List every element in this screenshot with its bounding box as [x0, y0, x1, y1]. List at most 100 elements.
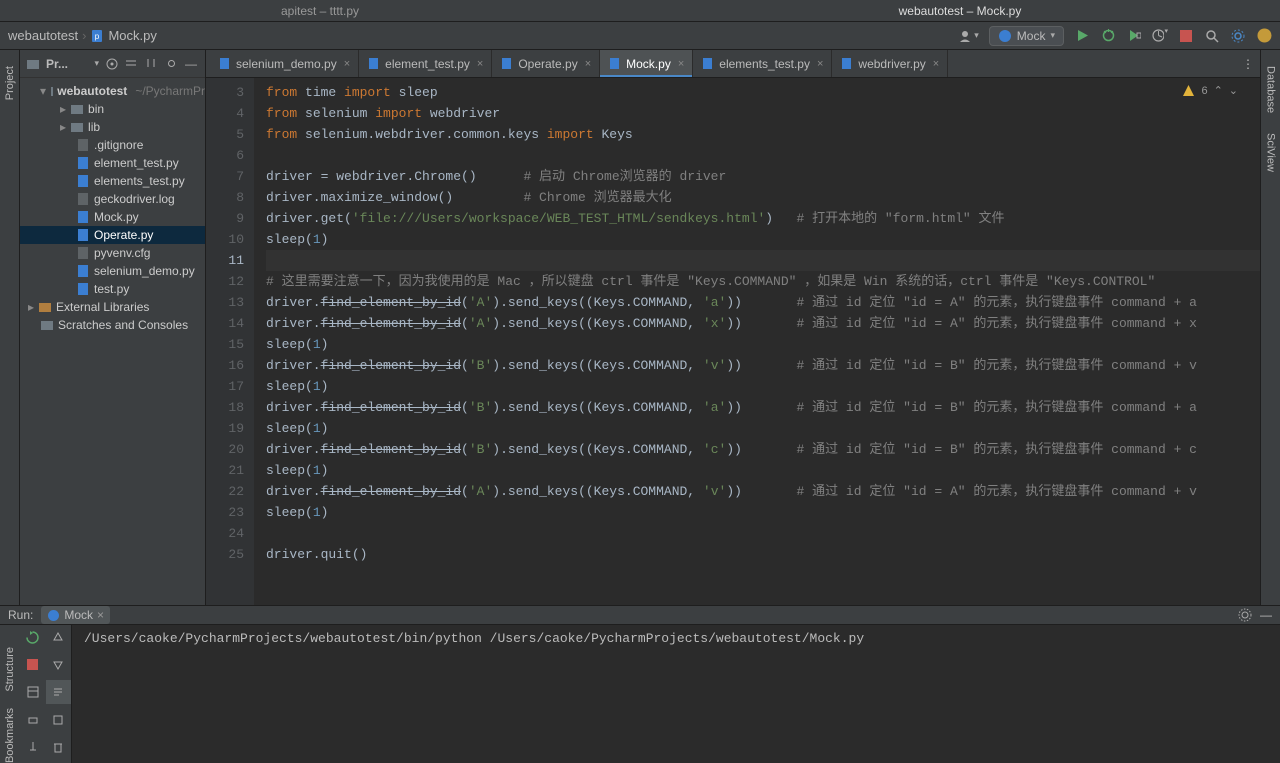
titlebar: apitest – tttt.py webautotest – Mock.py: [0, 0, 1280, 22]
tree-file-test[interactable]: test.py: [20, 280, 205, 298]
pin-icon[interactable]: [20, 735, 46, 759]
breadcrumb[interactable]: webautotest › p Mock.py: [8, 28, 157, 43]
project-panel: Pr... ▾ — ▾webautotest~/PycharmPr ▸bin ▸…: [20, 50, 206, 605]
tab-element-test[interactable]: element_test.py ×: [359, 50, 492, 77]
run-tab[interactable]: Mock ×: [41, 606, 110, 624]
settings-icon[interactable]: [1230, 28, 1246, 44]
title-inactive: apitest – tttt.py: [0, 0, 640, 21]
tab-webdriver[interactable]: webdriver.py ×: [832, 50, 948, 77]
tab-label: element_test.py: [385, 57, 470, 71]
tab-selenium-demo[interactable]: selenium_demo.py ×: [210, 50, 359, 77]
tree-label: .gitignore: [94, 138, 143, 152]
expand-all-icon[interactable]: [125, 57, 139, 71]
tab-operate[interactable]: Operate.py ×: [492, 50, 600, 77]
close-icon[interactable]: ×: [585, 58, 591, 70]
close-icon[interactable]: ×: [97, 608, 104, 622]
tab-label: selenium_demo.py: [236, 57, 337, 71]
chevron-down-icon: ▾: [1050, 30, 1055, 41]
search-button[interactable]: [1204, 28, 1220, 44]
bookmarks-tool-button[interactable]: Bookmarks: [4, 708, 16, 763]
close-icon[interactable]: ×: [344, 58, 350, 70]
gutter[interactable]: 345678910111213141516171819202122232425: [206, 78, 254, 605]
title-active: webautotest – Mock.py: [640, 0, 1280, 21]
stop-run-button[interactable]: [20, 653, 46, 677]
select-opened-icon[interactable]: [105, 57, 119, 71]
tree-label: Scratches and Consoles: [58, 318, 188, 332]
breadcrumb-project[interactable]: webautotest: [8, 28, 78, 43]
tree-folder-bin[interactable]: ▸bin: [20, 100, 205, 118]
run-coverage-button[interactable]: [1126, 28, 1142, 44]
run-config-selector[interactable]: Mock ▾: [989, 26, 1064, 46]
database-tool-button[interactable]: Database: [1265, 66, 1277, 113]
code-editor[interactable]: 345678910111213141516171819202122232425 …: [206, 78, 1260, 605]
tab-label: Operate.py: [518, 57, 577, 71]
project-tree[interactable]: ▾webautotest~/PycharmPr ▸bin ▸lib .gitig…: [20, 78, 205, 338]
code-content[interactable]: from time import sleep from selenium imp…: [254, 78, 1260, 605]
project-tool-button[interactable]: Project: [4, 66, 16, 100]
gear-icon[interactable]: [165, 57, 179, 71]
close-icon[interactable]: ×: [817, 58, 823, 70]
gear-icon[interactable]: [1238, 608, 1252, 622]
profile-button[interactable]: ▾: [1152, 28, 1168, 44]
down-icon[interactable]: [46, 653, 72, 677]
sciview-tool-button[interactable]: SciView: [1265, 133, 1277, 172]
collapse-all-icon[interactable]: [145, 57, 159, 71]
structure-tool-button[interactable]: Structure: [4, 647, 16, 692]
project-panel-header: Pr... ▾ —: [20, 50, 205, 78]
tree-label: External Libraries: [56, 300, 149, 314]
tree-file-elements-test[interactable]: elements_test.py: [20, 172, 205, 190]
tab-label: Mock.py: [626, 57, 671, 71]
tree-folder-lib[interactable]: ▸lib: [20, 118, 205, 136]
user-icon[interactable]: ▾: [958, 29, 979, 43]
close-icon[interactable]: ×: [678, 58, 684, 70]
scroll-end-icon[interactable]: [46, 708, 72, 732]
tab-mock[interactable]: Mock.py ×: [600, 50, 693, 77]
tab-overflow-icon[interactable]: ⋮: [1236, 50, 1260, 77]
tree-file-operate[interactable]: Operate.py: [20, 226, 205, 244]
tree-label: geckodriver.log: [94, 192, 175, 206]
tree-label: Operate.py: [94, 228, 153, 242]
tree-file-selenium-demo[interactable]: selenium_demo.py: [20, 262, 205, 280]
tab-label: webdriver.py: [858, 57, 925, 71]
tab-elements-test[interactable]: elements_test.py×: [693, 50, 832, 77]
print-icon[interactable]: [20, 708, 46, 732]
tree-label: lib: [88, 120, 100, 134]
stop-button[interactable]: [1178, 28, 1194, 44]
left-tool-rail: Project: [0, 50, 20, 605]
tree-label: bin: [88, 102, 104, 116]
chevron-right-icon: ›: [82, 28, 86, 43]
close-icon[interactable]: ×: [933, 58, 939, 70]
python-icon: [998, 29, 1012, 43]
hide-icon[interactable]: —: [185, 57, 199, 71]
tree-label: elements_test.py: [94, 174, 185, 188]
console-output[interactable]: /Users/caoke/PycharmProjects/webautotest…: [72, 625, 1280, 763]
navbar: webautotest › p Mock.py ▾ Mock ▾ ▾: [0, 22, 1280, 50]
run-button[interactable]: [1074, 28, 1090, 44]
tree-label: selenium_demo.py: [94, 264, 195, 278]
soft-wrap-icon[interactable]: [46, 680, 72, 704]
debug-button[interactable]: [1100, 28, 1116, 44]
tree-root-label: webautotest: [57, 84, 127, 98]
hide-icon[interactable]: —: [1260, 608, 1272, 622]
trash-icon[interactable]: [46, 735, 72, 759]
layout-icon[interactable]: [20, 680, 46, 704]
rerun-button[interactable]: [20, 625, 46, 649]
run-panel: Run: Mock × — Structure Bookmarks /Use: [0, 605, 1280, 759]
tree-file-gitignore[interactable]: .gitignore: [20, 136, 205, 154]
close-icon[interactable]: ×: [477, 58, 483, 70]
tree-file-mock[interactable]: Mock.py: [20, 208, 205, 226]
run-tab-label: Mock: [64, 608, 93, 622]
tree-file-pyvenv[interactable]: pyvenv.cfg: [20, 244, 205, 262]
run-label: Run:: [8, 608, 33, 622]
breadcrumb-file[interactable]: Mock.py: [108, 28, 156, 43]
tree-root[interactable]: ▾webautotest~/PycharmPr: [20, 82, 205, 100]
left-bottom-rail: Structure Bookmarks: [0, 625, 20, 763]
tree-external-libraries[interactable]: ▸External Libraries: [20, 298, 205, 316]
up-icon[interactable]: [46, 625, 72, 649]
tree-file-element-test[interactable]: element_test.py: [20, 154, 205, 172]
tree-file-geckodriver[interactable]: geckodriver.log: [20, 190, 205, 208]
avatar-icon[interactable]: [1256, 28, 1272, 44]
tree-root-hint: ~/PycharmPr: [135, 84, 205, 98]
python-icon: [47, 609, 60, 622]
tree-scratches[interactable]: Scratches and Consoles: [20, 316, 205, 334]
